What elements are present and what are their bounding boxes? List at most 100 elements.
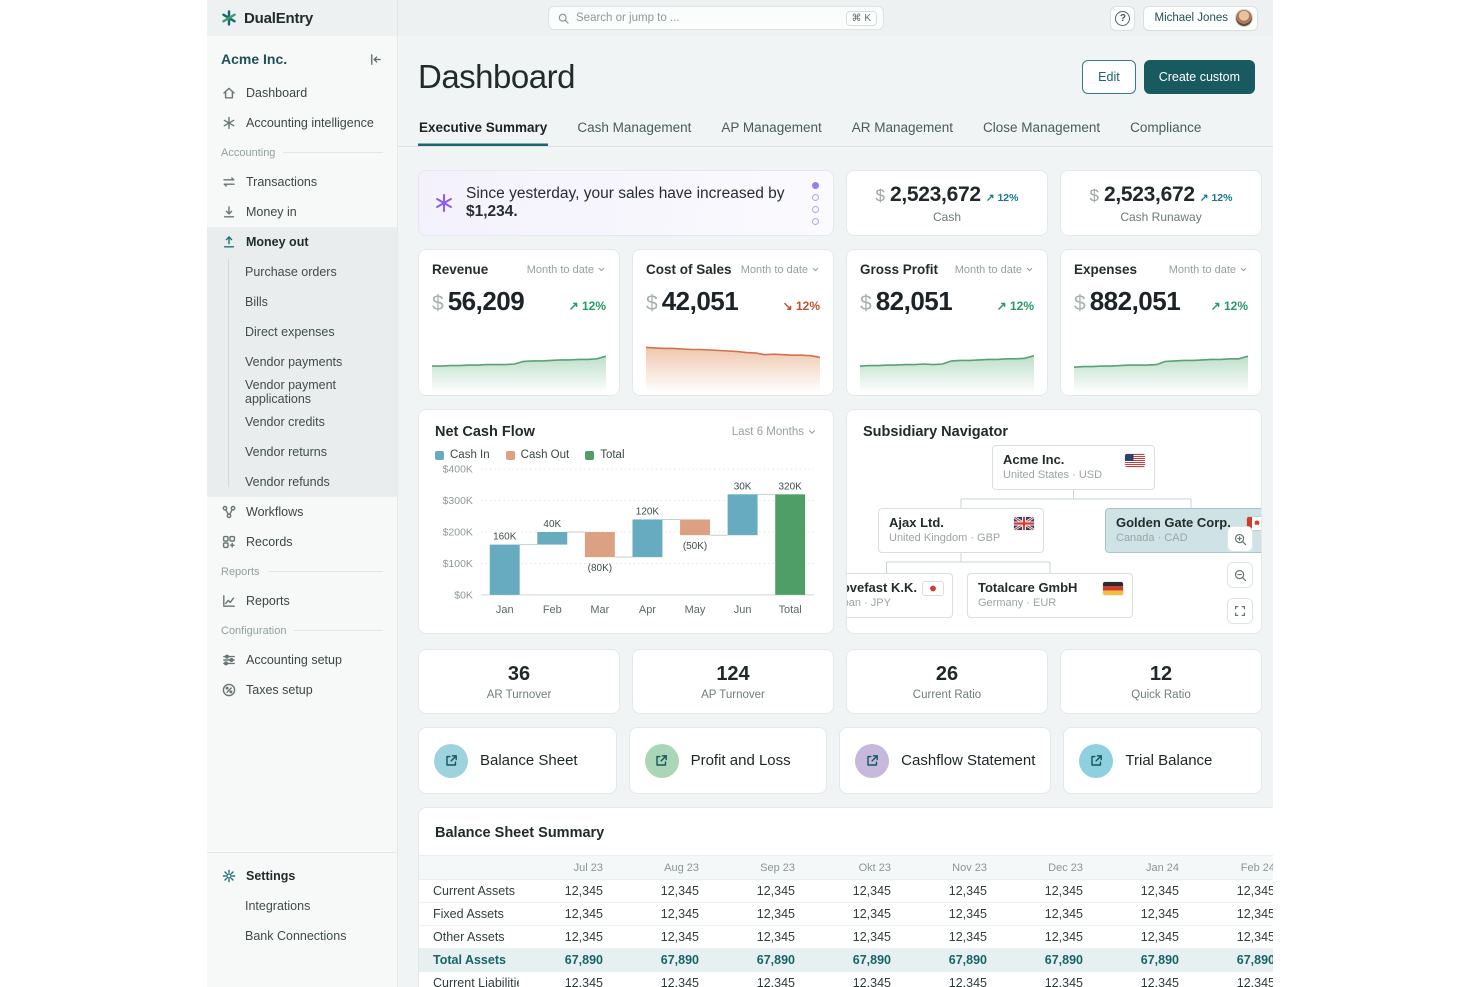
balance-sheet-summary-panel: Balance Sheet Summary Jul 23Aug 23Sep 23… — [418, 807, 1273, 987]
sidebar-item-vendor-returns[interactable]: Vendor returns — [207, 437, 397, 467]
kpi-value: 2,523,672 — [1104, 183, 1195, 207]
user-menu[interactable]: Michael Jones — [1143, 6, 1258, 31]
svg-text:160K: 160K — [493, 532, 517, 543]
bs-col-jan-24: Jan 24 — [1095, 856, 1191, 880]
subsidiary-node-movefast[interactable]: Movefast K.K.Japan · JPY — [846, 573, 953, 618]
tab-close-management[interactable]: Close Management — [982, 112, 1101, 146]
external-link-icon — [1079, 744, 1113, 778]
org-name[interactable]: Acme Inc. — [221, 51, 287, 67]
sidebar-footer-item-bank-connections[interactable]: Bank Connections — [207, 921, 397, 951]
metric-delta: ↗ 12% — [1211, 299, 1248, 313]
report-link-trial-balance[interactable]: Trial Balance — [1063, 727, 1262, 794]
collapse-sidebar-icon[interactable] — [368, 52, 383, 67]
report-link-cashflow-statement[interactable]: Cashflow Statement — [839, 727, 1051, 794]
shortcut-badge: ⌘ K — [846, 11, 877, 26]
tab-ar-management[interactable]: AR Management — [851, 112, 954, 146]
tab-cash-management[interactable]: Cash Management — [576, 112, 692, 146]
subsidiary-name: Acme Inc. — [1003, 452, 1144, 467]
fullscreen-button[interactable] — [1227, 598, 1253, 624]
create-custom-button[interactable]: Create custom — [1144, 60, 1255, 94]
sidebar-item-vendor-refunds[interactable]: Vendor refunds — [207, 467, 397, 497]
carousel-dot[interactable] — [812, 206, 819, 213]
metric-delta: ↗ 12% — [997, 299, 1034, 313]
subsidiary-name: Ajax Ltd. — [889, 515, 1033, 530]
table-row-current-liabilities: Current Liabilities12,34512,34512,34512,… — [419, 972, 1273, 987]
search-bar[interactable]: ⌘ K — [548, 6, 884, 30]
bs-col-jul-23: Jul 23 — [519, 856, 615, 880]
sidebar-item-vendor-credits[interactable]: Vendor credits — [207, 407, 397, 437]
cell-value: 12,345 — [1095, 972, 1191, 987]
edit-button[interactable]: Edit — [1082, 60, 1136, 94]
help-button[interactable]: ? — [1110, 6, 1135, 31]
svg-text:Mar: Mar — [590, 604, 609, 616]
period-selector[interactable]: Month to date — [741, 264, 820, 276]
cell-value: 12,345 — [711, 972, 807, 987]
tab-compliance[interactable]: Compliance — [1129, 112, 1202, 146]
cell-value: 67,890 — [711, 949, 807, 972]
sidebar-item-money-in[interactable]: Money in — [207, 197, 397, 227]
svg-text:40K: 40K — [543, 519, 561, 530]
tab-executive-summary[interactable]: Executive Summary — [418, 112, 548, 146]
sidebar-footer-item-settings[interactable]: Settings — [207, 861, 397, 891]
row-label: Fixed Assets — [419, 903, 519, 926]
sparkline-chart — [432, 331, 606, 395]
report-label: Cashflow Statement — [901, 752, 1035, 769]
cell-value: 12,345 — [519, 880, 615, 903]
sidebar-item-vendor-payments[interactable]: Vendor payments — [207, 347, 397, 377]
sidebar-item-records[interactable]: Records — [207, 527, 397, 557]
metric-title: Revenue — [432, 262, 488, 277]
sidebar-item-transactions[interactable]: Transactions — [207, 167, 397, 197]
nav-label: Reports — [246, 594, 290, 608]
sidebar-item-accounting-setup[interactable]: Accounting setup — [207, 645, 397, 675]
period-selector[interactable]: Month to date — [955, 264, 1034, 276]
bs-col-feb-24: Feb 24 — [1191, 856, 1273, 880]
period-selector[interactable]: Month to date — [527, 264, 606, 276]
help-icon: ? — [1115, 11, 1130, 26]
bs-col-nov-23: Nov 23 — [903, 856, 999, 880]
sidebar-item-vendor-payment-applications[interactable]: Vendor payment applications — [207, 377, 397, 407]
period-selector[interactable]: Month to date — [1169, 264, 1248, 276]
carousel-dot[interactable] — [812, 218, 819, 225]
row-label: Total Assets — [419, 949, 519, 972]
svg-text:Feb: Feb — [543, 604, 562, 616]
zoom-in-button[interactable] — [1227, 526, 1253, 552]
ratio-label: Quick Ratio — [1131, 689, 1190, 701]
uk-flag-icon — [1014, 517, 1034, 530]
sidebar-item-dashboard[interactable]: Dashboard — [207, 78, 397, 108]
cell-value: 67,890 — [615, 949, 711, 972]
subsidiary-node-totalcare[interactable]: Totalcare GmbHGermany · EUR — [967, 573, 1133, 618]
sidebar-item-money-out[interactable]: Money out — [207, 227, 397, 257]
sidebar-item-taxes-setup[interactable]: Taxes setup — [207, 675, 397, 705]
report-label: Profit and Loss — [691, 752, 791, 769]
cell-value: 12,345 — [1191, 903, 1273, 926]
tab-ap-management[interactable]: AP Management — [720, 112, 822, 146]
external-link-icon — [855, 744, 889, 778]
subsidiary-node-acme[interactable]: Acme Inc.United States · USD — [992, 445, 1155, 490]
records-icon — [221, 534, 237, 550]
ratio-label: Current Ratio — [913, 689, 981, 701]
ratio-card: 36 AR Turnover — [418, 649, 620, 714]
period-selector[interactable]: Last 6 Months — [732, 426, 817, 438]
report-link-profit-and-loss[interactable]: Profit and Loss — [629, 727, 828, 794]
carousel-dot[interactable] — [812, 194, 819, 201]
ratio-value: 12 — [1150, 663, 1172, 686]
waterfall-chart: $0K$100K$200K$300K$400K160KJan40KFeb(80K… — [419, 461, 833, 622]
sidebar-item-bills[interactable]: Bills — [207, 287, 397, 317]
carousel-dots — [812, 182, 819, 225]
sidebar-item-reports[interactable]: Reports — [207, 586, 397, 616]
carousel-dot[interactable] — [812, 182, 819, 189]
sidebar-item-purchase-orders[interactable]: Purchase orders — [207, 257, 397, 287]
balance-sheet-summary-title: Balance Sheet Summary — [419, 808, 1273, 855]
sidebar-item-direct-expenses[interactable]: Direct expenses — [207, 317, 397, 347]
subsidiary-node-ajax[interactable]: Ajax Ltd.United Kingdom · GBP — [878, 508, 1044, 553]
zoom-out-button[interactable] — [1227, 562, 1253, 588]
search-input[interactable] — [576, 12, 846, 24]
cell-value: 12,345 — [711, 903, 807, 926]
cell-value: 12,345 — [999, 880, 1095, 903]
report-link-balance-sheet[interactable]: Balance Sheet — [418, 727, 617, 794]
chart-legend: Cash InCash OutTotal — [419, 440, 833, 461]
sidebar-item-workflows[interactable]: Workflows — [207, 497, 397, 527]
sidebar-item-accounting-intelligence[interactable]: Accounting intelligence — [207, 108, 397, 138]
sidebar-footer-item-integrations[interactable]: Integrations — [207, 891, 397, 921]
table-row-total-assets: Total Assets67,89067,89067,89067,89067,8… — [419, 949, 1273, 972]
